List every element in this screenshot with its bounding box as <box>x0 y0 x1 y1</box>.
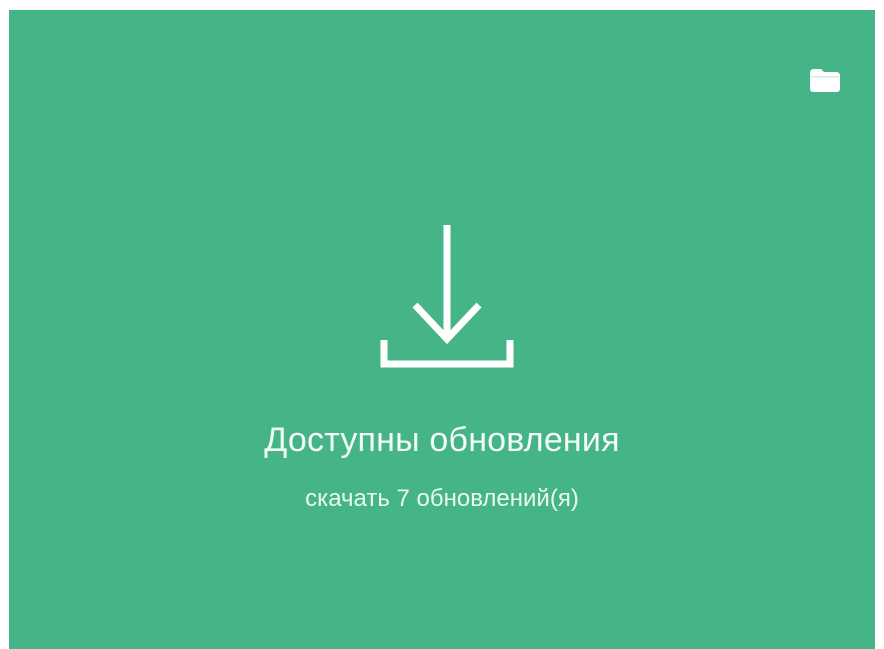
open-folder-button[interactable] <box>808 66 842 94</box>
download-updates-link[interactable]: скачать 7 обновлений(я) <box>9 485 875 513</box>
download-icon <box>379 222 515 368</box>
updates-available-title: Доступны обновления <box>264 421 620 459</box>
folder-icon <box>810 68 840 92</box>
updates-panel: Доступны обновления скачать 7 обновлений… <box>9 10 875 649</box>
